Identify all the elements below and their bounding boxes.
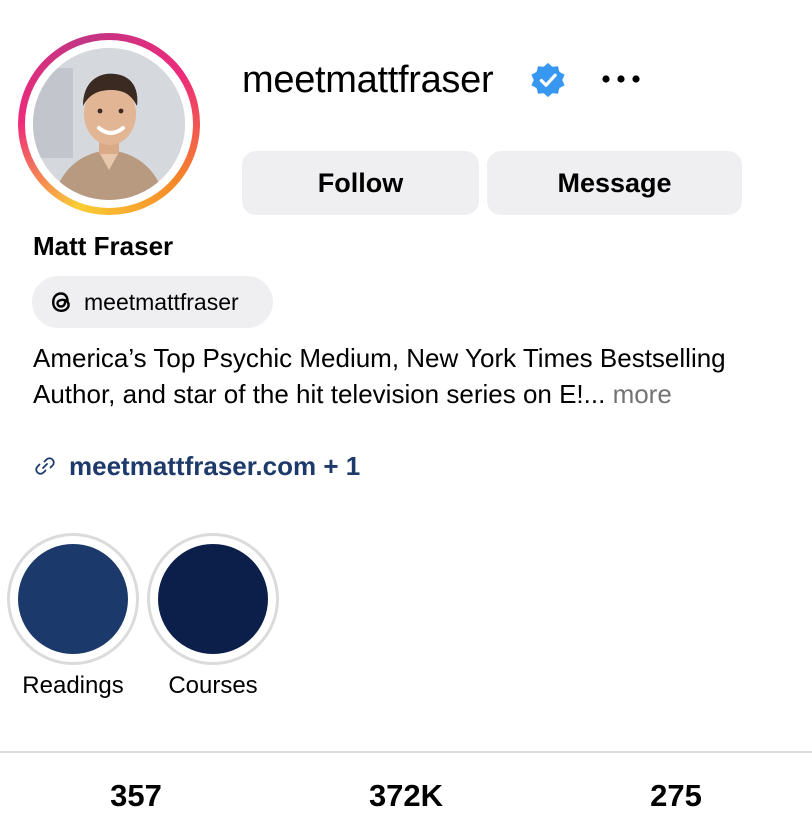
highlight-courses[interactable] (147, 533, 279, 665)
follow-button[interactable]: Follow (242, 151, 479, 215)
external-link-text: meetmattfraser.com + 1 (69, 450, 361, 481)
avatar-ring-gap (25, 40, 193, 208)
profile-bio: America’s Top Psychic Medium, New York T… (33, 340, 793, 412)
stat-followers-count[interactable]: 372K (316, 778, 496, 814)
bio-more-link[interactable]: more (613, 379, 672, 409)
profile-avatar[interactable] (18, 33, 200, 215)
profile-username: meetmattfraser (242, 59, 494, 101)
highlight-label: Courses (168, 672, 258, 699)
divider (0, 751, 812, 753)
highlight-cover (158, 544, 268, 654)
highlight-cover (18, 544, 128, 654)
external-link[interactable]: meetmattfraser.com + 1 (33, 448, 360, 484)
stat-posts-count: 357 (110, 778, 162, 813)
stat-following-count[interactable]: 275 (586, 778, 766, 814)
verified-badge-icon (531, 62, 565, 98)
highlight-readings[interactable] (7, 533, 139, 665)
link-icon (35, 457, 55, 475)
profile-display-name: Matt Fraser (33, 231, 174, 261)
message-button[interactable]: Message (487, 151, 742, 215)
threads-profile-link[interactable]: meetmattfraser (32, 276, 273, 328)
avatar-portrait-illustration (33, 48, 185, 200)
threads-handle: meetmattfraser (84, 288, 239, 315)
avatar-photo (33, 48, 185, 200)
threads-icon (51, 292, 70, 313)
more-options-icon[interactable] (598, 64, 644, 94)
highlight-label: Readings (22, 672, 124, 699)
